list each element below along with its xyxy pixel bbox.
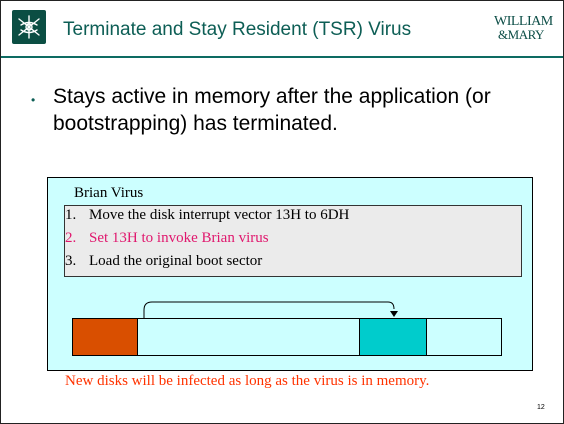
slide-header: Terminate and Stay Resident (TSR) Virus …	[1, 1, 563, 55]
william-mary-logo: WILLIAM &MARY	[494, 15, 553, 42]
brian-virus-diagram: Brian Virus 1. Move the disk interrupt v…	[47, 177, 533, 371]
logo-line-2: &MARY	[498, 27, 544, 42]
page-number: 12	[537, 404, 545, 411]
virus-segment	[359, 319, 427, 355]
page-title: Terminate and Stay Resident (TSR) Virus	[63, 19, 412, 40]
cypher-crest-icon	[12, 10, 46, 44]
bullet-marker: •	[31, 93, 36, 107]
bullet-text: Stays active in memory after the applica…	[53, 85, 491, 135]
disk-memory-bar	[72, 318, 502, 356]
header-divider	[1, 56, 563, 58]
boot-sector-segment	[73, 319, 138, 355]
slide: Terminate and Stay Resident (TSR) Virus …	[0, 0, 564, 424]
diagram-caption: New disks will be infected as long as th…	[65, 373, 430, 389]
